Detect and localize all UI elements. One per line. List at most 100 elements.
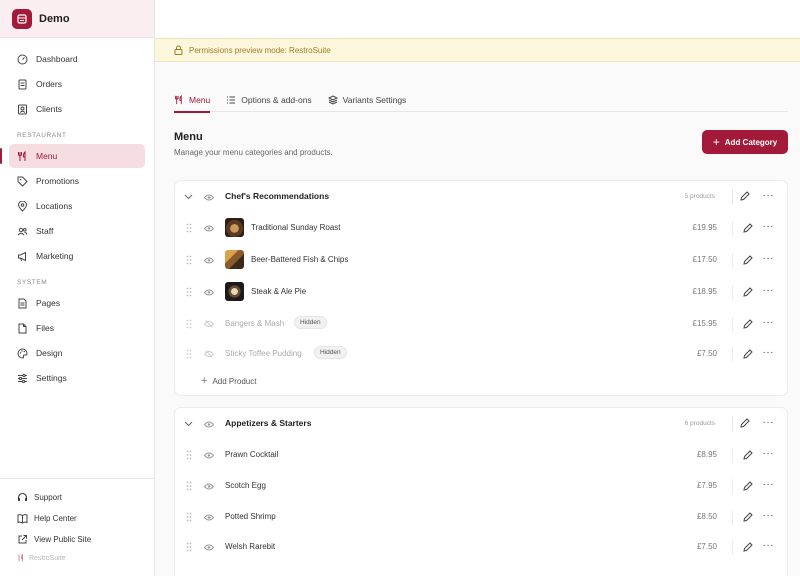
edit-icon[interactable] [743, 349, 753, 359]
sidebar-item-label: Orders [36, 79, 62, 89]
sidebar-item-marketing[interactable]: Marketing [9, 244, 145, 268]
sidebar-item-staff[interactable]: Staff [9, 219, 145, 243]
drag-handle-icon[interactable] [186, 255, 192, 267]
sidebar-item-label: Marketing [36, 251, 74, 261]
add-category-button[interactable]: + Add Category [702, 130, 788, 154]
sidebar-item-promotions[interactable]: Promotions [9, 169, 145, 193]
more-icon[interactable]: ··· [763, 317, 775, 328]
eye-icon[interactable] [203, 288, 215, 298]
tab-options-addons[interactable]: Options & add-ons [226, 88, 312, 112]
more-icon[interactable]: ··· [763, 190, 775, 201]
section-label-system: SYSTEM [17, 279, 48, 286]
layers-icon [327, 95, 338, 105]
eye-icon[interactable] [203, 513, 215, 523]
drag-handle-icon[interactable] [186, 481, 192, 493]
sidebar-item-design[interactable]: Design [9, 341, 145, 365]
receipt-icon [17, 79, 28, 90]
product-price: £18.95 [692, 287, 717, 296]
product-row: Prawn Cocktail £8.95 ··· [175, 439, 787, 470]
drag-handle-icon[interactable] [186, 319, 192, 331]
drag-handle-icon[interactable] [186, 512, 192, 524]
restrosuite-logo-icon [17, 554, 25, 562]
support-label: Support [34, 493, 63, 502]
contact-icon [17, 104, 28, 115]
help-center-label: Help Center [34, 514, 77, 523]
edit-icon[interactable] [743, 223, 753, 233]
eye-icon[interactable] [203, 193, 215, 203]
eye-icon[interactable] [203, 451, 215, 461]
edit-icon[interactable] [740, 191, 750, 201]
sidebar-item-settings[interactable]: Settings [9, 366, 145, 390]
chevron-down-icon[interactable] [184, 419, 193, 429]
product-name: Steak & Ale Pie [251, 287, 307, 296]
product-row: Scotch Egg £7.95 ··· [175, 470, 787, 501]
more-icon[interactable]: ··· [763, 253, 775, 264]
edit-icon[interactable] [743, 481, 753, 491]
sidebar-item-label: Pages [36, 298, 61, 308]
drag-handle-icon[interactable] [186, 542, 192, 554]
more-icon[interactable]: ··· [763, 540, 775, 551]
sidebar-item-pages[interactable]: Pages [9, 291, 145, 315]
sidebar-item-label: Settings [36, 373, 67, 383]
eye-icon[interactable] [203, 420, 215, 430]
drag-handle-icon[interactable] [186, 287, 192, 299]
more-icon[interactable]: ··· [763, 510, 775, 521]
help-center-link[interactable]: Help Center [0, 508, 154, 529]
edit-icon[interactable] [743, 255, 753, 265]
drag-handle-icon[interactable] [186, 223, 192, 235]
brand-header[interactable]: Demo [0, 0, 154, 38]
tab-menu[interactable]: Menu [174, 88, 211, 113]
sidebar-item-label: Locations [36, 201, 73, 211]
edit-icon[interactable] [743, 512, 753, 522]
drag-handle-icon[interactable] [186, 450, 192, 462]
category-card: Chef's Recommendations 5 products ··· Tr… [174, 180, 788, 396]
product-name: Prawn Cocktail [225, 450, 279, 459]
product-count: 5 products [684, 193, 715, 200]
megaphone-icon [17, 251, 28, 262]
category-header: Chef's Recommendations 5 products ··· [175, 181, 787, 212]
more-icon[interactable]: ··· [763, 221, 775, 232]
more-icon[interactable]: ··· [763, 479, 775, 490]
chevron-down-icon[interactable] [184, 192, 193, 202]
eye-off-icon[interactable] [203, 350, 215, 360]
edit-icon[interactable] [743, 319, 753, 329]
divider [732, 347, 733, 362]
edit-icon[interactable] [743, 287, 753, 297]
edit-icon[interactable] [743, 542, 753, 552]
product-price: £19.95 [692, 223, 717, 232]
page-icon [17, 298, 28, 309]
eye-icon[interactable] [203, 256, 215, 266]
product-price: £7.50 [696, 542, 717, 551]
support-link[interactable]: Support [0, 487, 154, 508]
sidebar-item-orders[interactable]: Orders [9, 72, 145, 96]
book-icon [17, 513, 28, 524]
product-thumbnail [225, 250, 244, 269]
eye-off-icon[interactable] [203, 320, 215, 330]
page-title: Menu [174, 131, 203, 143]
more-icon[interactable]: ··· [763, 448, 775, 459]
sidebar-item-clients[interactable]: Clients [9, 97, 145, 121]
sidebar-item-files[interactable]: Files [9, 316, 145, 340]
palette-icon [17, 347, 28, 359]
sidebar-item-label: Menu [36, 151, 58, 161]
view-public-site-link[interactable]: View Public Site [0, 529, 154, 550]
edit-icon[interactable] [743, 450, 753, 460]
tag-icon [17, 176, 28, 187]
eye-icon[interactable] [203, 224, 215, 234]
eye-icon[interactable] [203, 543, 215, 553]
tab-variants-settings[interactable]: Variants Settings [327, 88, 406, 112]
edit-icon[interactable] [740, 418, 750, 428]
sidebar-item-menu[interactable]: Menu [0, 144, 145, 168]
more-icon[interactable]: ··· [763, 347, 775, 358]
eye-icon[interactable] [203, 482, 215, 492]
product-price: £8.95 [696, 450, 717, 459]
add-product-button[interactable]: + Add Product [175, 368, 787, 394]
sidebar-item-dashboard[interactable]: Dashboard [9, 47, 145, 71]
product-name: Sticky Toffee Pudding [225, 349, 302, 358]
drag-handle-icon[interactable] [186, 349, 192, 361]
product-name: Scotch Egg [225, 481, 266, 490]
more-icon[interactable]: ··· [763, 285, 775, 296]
file-icon [17, 323, 28, 334]
sidebar-item-locations[interactable]: Locations [9, 194, 145, 218]
more-icon[interactable]: ··· [763, 417, 775, 428]
